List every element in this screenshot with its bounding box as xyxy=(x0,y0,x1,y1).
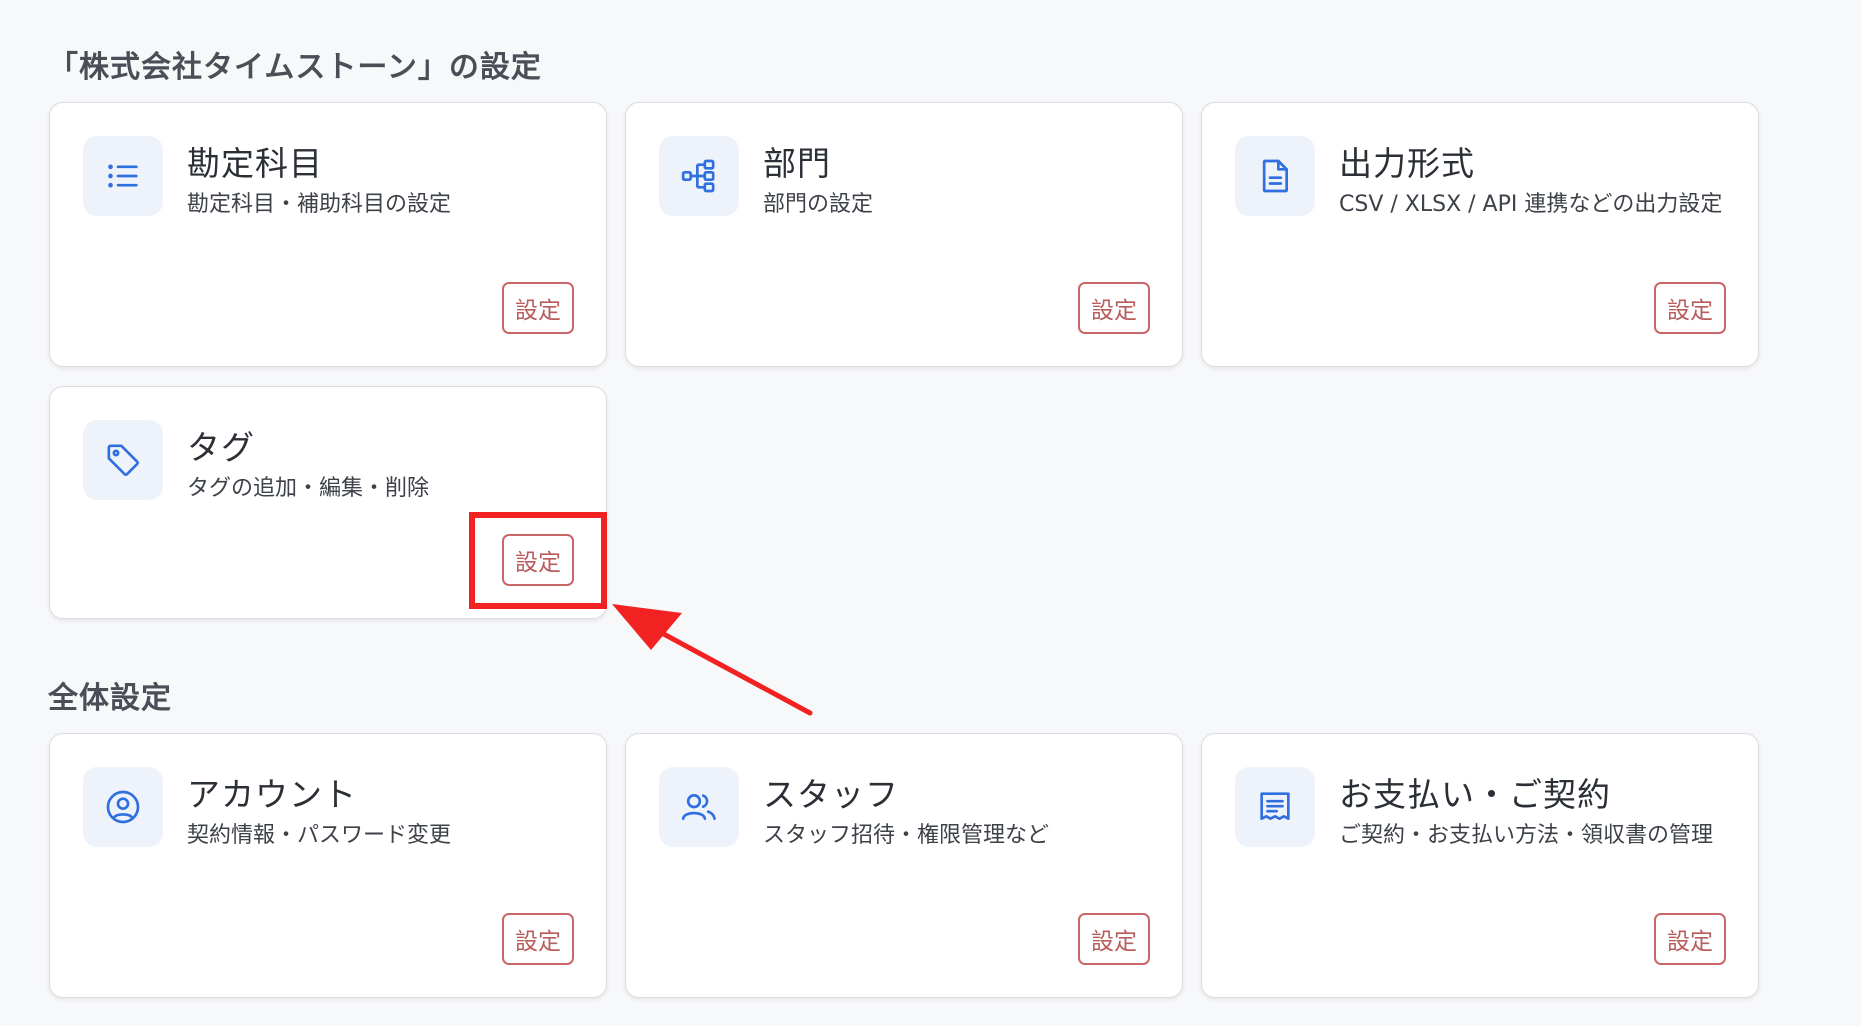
annotation-arrow xyxy=(612,604,813,716)
settings-page: 「株式会社タイムストーン」の設定 勘定科目 勘定科目・補助科目の設定 設定 部門… xyxy=(0,0,1862,1026)
